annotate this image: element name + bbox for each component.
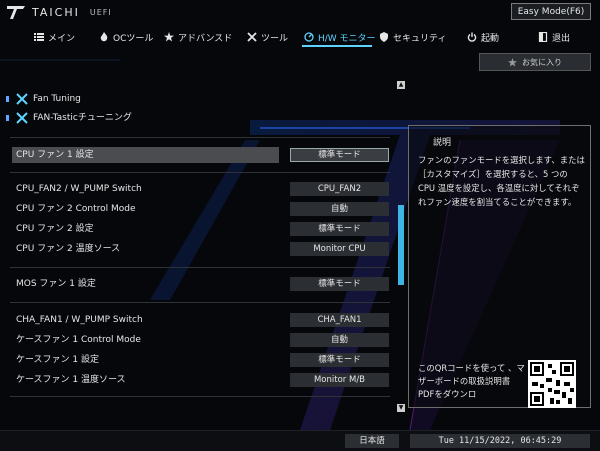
fan-tastic-label: FAN-Tasticチューニング — [33, 113, 132, 123]
tab-exit-label: 退出 — [552, 33, 571, 44]
tab-tools-label: ツール — [261, 33, 289, 44]
language-button[interactable]: 日本語 — [345, 434, 399, 448]
case-fan1-setting-row[interactable]: ケースファン 1 設定 標準モード — [0, 352, 400, 368]
mos-fan1-setting-value[interactable]: 標準モード — [290, 277, 389, 291]
cpu-fan2-control-row[interactable]: CPU ファン 2 Control Mode 自動 — [0, 201, 400, 217]
item-marker — [6, 115, 9, 121]
divider — [10, 396, 390, 397]
brand-sub: UEFI — [89, 7, 112, 17]
fan-tuning-item[interactable]: Fan Tuning — [0, 91, 400, 107]
qr-description: このQRコードを使って 、マザーボードの取扱説明書PDFをダウンロ — [418, 363, 525, 399]
fan-tastic-item[interactable]: FAN-Tasticチューニング — [0, 110, 400, 126]
description-title: 説明 — [433, 138, 452, 148]
tab-hw-monitor[interactable]: H/W モニター — [304, 27, 376, 47]
item-marker — [6, 96, 9, 102]
tab-boot-label: 起動 — [481, 33, 500, 44]
taichi-logo-icon — [7, 6, 25, 19]
favorites-label: お気に入り — [522, 57, 562, 67]
tools-icon — [16, 112, 28, 124]
cha-fan1-switch-row[interactable]: CHA_FAN1 / W_PUMP Switch CHA_FAN1 — [0, 312, 400, 328]
tab-oc-tools[interactable]: OCツール — [99, 27, 153, 47]
bottom-bar: 日本語 Tue 11/15/2022, 06:45:29 — [0, 430, 600, 451]
tools-icon — [16, 93, 28, 105]
scroll-up-button[interactable]: ▲ — [397, 81, 405, 89]
settings-list: Fan Tuning FAN-Tasticチューニング CPU ファン 1 設定… — [0, 80, 400, 415]
case-fan1-source-label: ケースファン 1 温度ソース — [16, 375, 126, 385]
cpu-fan1-setting-row[interactable]: CPU ファン 1 設定 標準モード — [0, 147, 400, 163]
tab-main[interactable]: メイン — [34, 27, 75, 47]
description-panel: 説明 ファンのファンモードを選択します、または［カスタマイズ］を選択すると、5 … — [408, 125, 591, 408]
case-fan1-source-row[interactable]: ケースファン 1 温度ソース Monitor M/B — [0, 372, 400, 388]
cha-fan1-switch-label: CHA_FAN1 / W_PUMP Switch — [16, 315, 143, 325]
tab-advanced[interactable]: アドバンスド — [164, 27, 232, 47]
fan-tuning-label: Fan Tuning — [33, 94, 81, 104]
cpu-fan2-setting-value[interactable]: 標準モード — [290, 222, 389, 236]
divider — [10, 302, 390, 303]
cpu-fan2-source-label: CPU ファン 2 温度ソース — [16, 244, 121, 254]
case-fan1-setting-label: ケースファン 1 設定 — [16, 355, 99, 365]
power-icon — [467, 32, 477, 42]
cpu-fan2-source-value[interactable]: Monitor CPU — [290, 242, 389, 256]
top-bar: TAICHI UEFI Easy Mode(F6) — [0, 0, 600, 24]
active-tab-indicator — [302, 45, 372, 47]
easy-mode-button[interactable]: Easy Mode(F6) — [511, 3, 591, 20]
shield-icon — [380, 32, 388, 42]
cpu-fan2-switch-row[interactable]: CPU_FAN2 / W_PUMP Switch CPU_FAN2 — [0, 181, 400, 197]
tab-hw-monitor-label: H/W モニター — [318, 33, 376, 44]
flame-icon — [100, 32, 108, 42]
star-icon — [164, 32, 174, 42]
divider — [10, 172, 390, 173]
cpu-fan1-setting-value[interactable]: 標準モード — [290, 148, 389, 162]
cpu-fan2-control-value[interactable]: 自動 — [290, 202, 389, 216]
scroll-down-button[interactable]: ▼ — [397, 404, 405, 412]
list-icon — [34, 33, 44, 41]
brand-logo: TAICHI UEFI — [6, 4, 112, 20]
description-text: ファンのファンモードを選択します、または［カスタマイズ］を選択すると、5 つの … — [418, 155, 585, 207]
monitor-gauge-icon — [304, 32, 314, 42]
divider — [10, 137, 390, 138]
case-fan1-source-value[interactable]: Monitor M/B — [290, 373, 389, 387]
brand-name: TAICHI — [32, 5, 80, 19]
tab-oc-tools-label: OCツール — [113, 33, 154, 44]
case-fan1-setting-value[interactable]: 標準モード — [290, 353, 389, 367]
main-nav: メイン OCツール アドバンスド ツール H/W モニター セキュリティ 起動 … — [0, 27, 600, 47]
divider — [10, 267, 390, 268]
cpu-fan2-source-row[interactable]: CPU ファン 2 温度ソース Monitor CPU — [0, 241, 400, 257]
mos-fan1-setting-row[interactable]: MOS ファン 1 設定 標準モード — [0, 276, 400, 292]
datetime-display: Tue 11/15/2022, 06:45:29 — [410, 434, 590, 448]
tools-icon — [247, 32, 257, 42]
cpu-fan2-control-label: CPU ファン 2 Control Mode — [16, 204, 136, 214]
cha-fan1-switch-value[interactable]: CHA_FAN1 — [290, 313, 389, 327]
case-fan1-control-row[interactable]: ケースファン 1 Control Mode 自動 — [0, 332, 400, 348]
tab-tools[interactable]: ツール — [247, 27, 288, 47]
cpu-fan2-setting-row[interactable]: CPU ファン 2 設定 標準モード — [0, 221, 400, 237]
case-fan1-control-label: ケースファン 1 Control Mode — [16, 335, 141, 345]
cpu-fan2-switch-value[interactable]: CPU_FAN2 — [290, 182, 389, 196]
tab-security[interactable]: セキュリティ — [379, 27, 446, 47]
scrollbar-thumb[interactable] — [398, 205, 404, 285]
favorites-button[interactable]: お気に入り — [479, 53, 591, 71]
cpu-fan2-switch-label: CPU_FAN2 / W_PUMP Switch — [16, 184, 142, 194]
qr-code-icon — [528, 360, 576, 408]
tab-boot[interactable]: 起動 — [467, 27, 499, 47]
cpu-fan1-setting-label: CPU ファン 1 設定 — [16, 150, 94, 160]
exit-door-icon — [538, 32, 548, 42]
tab-main-label: メイン — [48, 33, 76, 44]
cpu-fan2-setting-label: CPU ファン 2 設定 — [16, 224, 94, 234]
star-icon — [508, 57, 517, 67]
mos-fan1-setting-label: MOS ファン 1 設定 — [16, 279, 96, 289]
case-fan1-control-value[interactable]: 自動 — [290, 333, 389, 347]
tab-advanced-label: アドバンスド — [178, 33, 233, 44]
tab-exit[interactable]: 退出 — [538, 27, 570, 47]
tab-security-label: セキュリティ — [393, 33, 447, 44]
